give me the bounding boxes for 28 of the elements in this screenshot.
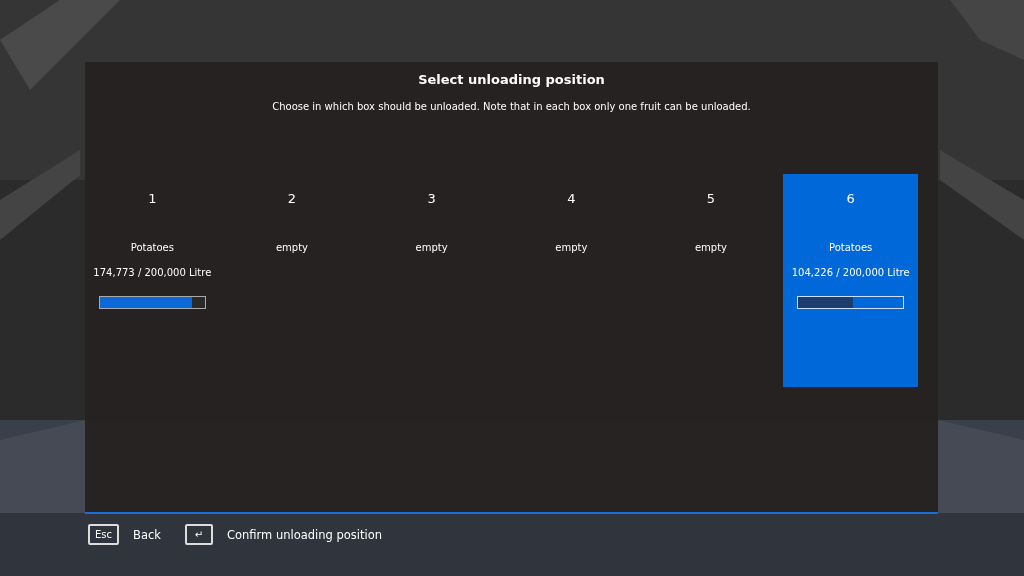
key-hint: Esc [88,524,120,545]
footer-action[interactable]: ↵ Confirm unloading position [184,524,383,545]
unloading-box[interactable]: 1 Potatoes 174,773 / 200,000 Litre [85,174,220,387]
unloading-box[interactable]: 5 empty [643,174,779,387]
unloading-box[interactable]: 3 empty [364,174,499,387]
dialog-title: Select unloading position [418,72,605,87]
fruit-name: empty [555,242,588,253]
fruit-name: empty [275,242,309,253]
fruit-name: empty [694,242,728,253]
dialog-description: Choose in which box should be unloaded. Note that in each box only one fruit can be unloaded. [272,101,751,112]
key-hint: ↵ [184,524,213,545]
fruit-name: Potatoes [130,242,174,253]
fruit-name: Potatoes [829,242,873,253]
box-number: 3 [427,191,436,206]
box-number: 4 [567,191,576,206]
footer-action[interactable]: Esc Back [88,524,161,545]
box-number: 6 [846,191,855,206]
unloading-box[interactable]: 2 empty [224,174,360,387]
box-number: 5 [706,191,716,206]
fill-amount: 104,226 / 200,000 Litre [791,267,910,278]
action-label: Confirm unloading position [226,527,383,542]
action-label: Back [133,527,161,542]
fruit-name: empty [415,242,448,253]
box-number: 2 [287,191,297,206]
unloading-box[interactable]: 4 empty [504,174,639,387]
unloading-box[interactable]: 6 Potatoes 104,226 / 200,000 Litre [783,174,918,387]
fill-amount: 174,773 / 200,000 Litre [93,267,212,278]
box-number: 1 [148,191,157,206]
